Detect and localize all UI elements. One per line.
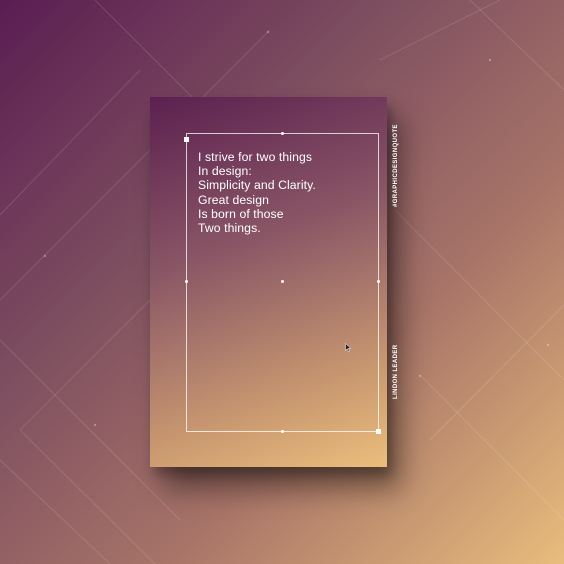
resize-handle-top-left[interactable] — [184, 137, 189, 142]
quote-line: In design: — [198, 164, 252, 179]
mouse-cursor-icon — [345, 343, 352, 352]
author-label: LINDON LEADER — [393, 344, 399, 399]
frame-tick-top — [281, 132, 284, 135]
quote-line: I strive for two things — [198, 150, 313, 164]
quote-text: I strive for two things In design: Simpl… — [198, 150, 316, 235]
hashtag-label: #GRAPHICDESIGNQUOTE — [393, 124, 399, 207]
quote-line: Is born of those — [198, 206, 284, 221]
frame-tick-center — [281, 280, 284, 283]
frame-tick-right — [377, 280, 380, 283]
frame-tick-left — [185, 280, 188, 283]
quote-line: Two things. — [198, 221, 261, 236]
quote-line: Simplicity and Clarity. — [198, 178, 316, 193]
quote-line: Great design — [198, 192, 269, 207]
quote-poster: I strive for two things In design: Simpl… — [150, 97, 399, 467]
frame-tick-bottom — [281, 430, 284, 433]
resize-handle-bottom-right[interactable] — [376, 429, 381, 434]
